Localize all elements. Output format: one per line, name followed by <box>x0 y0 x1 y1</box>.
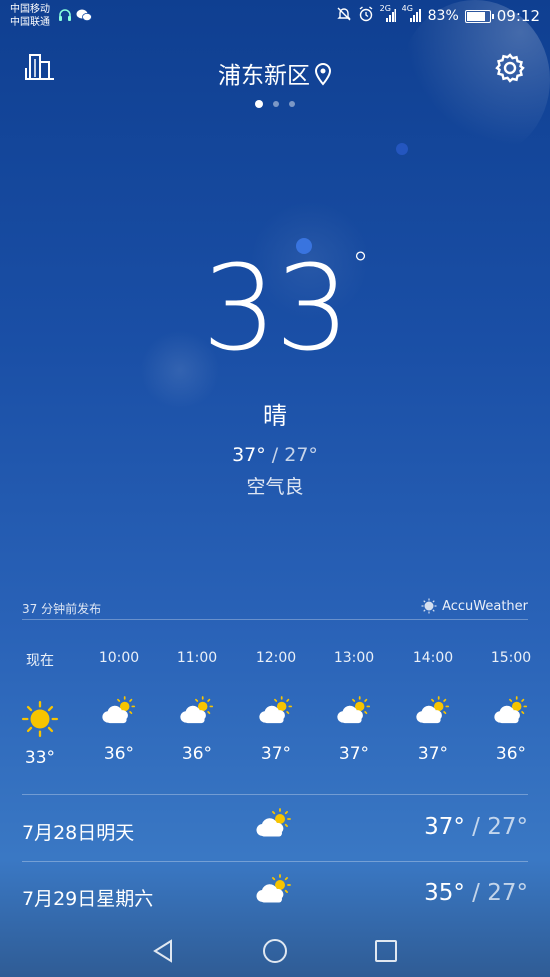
partly-cloudy-icon <box>398 696 468 734</box>
location-pin-icon <box>314 62 332 92</box>
hour-label: 13:00 <box>333 650 375 666</box>
air-quality[interactable]: 空气良 <box>0 472 550 499</box>
home-button[interactable] <box>261 937 289 965</box>
range-separator: / <box>265 444 285 466</box>
hourly-item: 11:00 36° <box>162 650 232 764</box>
carrier-1: 中国移动 <box>10 4 50 15</box>
day-low: 27° <box>487 880 528 906</box>
wechat-icon <box>76 9 93 26</box>
hourly-item: 现在 33° <box>5 650 75 768</box>
headset-icon <box>58 9 76 26</box>
recents-square-icon <box>375 940 397 962</box>
range-separator: / <box>464 814 488 840</box>
day-high: 35° <box>424 880 465 906</box>
hour-temp: 37° <box>338 744 370 764</box>
hour-label: 15:00 <box>490 650 532 666</box>
city-name: 浦东新区 <box>218 63 310 89</box>
partly-cloudy-icon <box>84 696 154 734</box>
accuweather-sun-icon <box>421 598 437 614</box>
signal-4g-icon: 4G <box>402 4 422 24</box>
daily-row[interactable]: 7月29日星期六 35° / 27° <box>0 866 550 926</box>
provider-name: AccuWeather <box>442 598 528 614</box>
divider <box>22 794 528 795</box>
day-date: 7月28日明天 <box>22 822 135 844</box>
page-dot <box>289 101 295 107</box>
temperature-value: 33 <box>201 239 350 377</box>
partly-cloudy-icon <box>241 696 311 734</box>
hour-label: 14:00 <box>412 650 454 666</box>
gear-icon <box>495 53 525 83</box>
status-bar: 中国移动 中国联通 2G 4G 83% 09:12 <box>0 0 550 34</box>
page-indicator <box>0 100 550 108</box>
back-button[interactable] <box>150 937 178 965</box>
hour-temp: 37° <box>417 744 449 764</box>
weather-condition: 晴 <box>263 402 287 430</box>
mute-icon <box>336 6 352 26</box>
carrier-2: 中国联通 <box>10 17 50 28</box>
battery-icon <box>464 9 494 23</box>
degree-symbol: ° <box>352 245 369 285</box>
divider <box>22 861 528 862</box>
hour-temp: 33° <box>24 748 56 768</box>
temp-range: 37° / 27° <box>0 444 550 466</box>
alarm-icon <box>358 6 374 26</box>
day-low: 27° <box>487 814 528 840</box>
clock: 09:12 <box>496 7 540 25</box>
partly-cloudy-icon <box>254 874 294 910</box>
hour-label: 12:00 <box>255 650 297 666</box>
signal-2g-icon: 2G <box>380 4 396 24</box>
partly-cloudy-icon <box>162 696 232 734</box>
day-temp-range: 37° / 27° <box>424 814 528 840</box>
low-temp: 27° <box>284 444 318 466</box>
hourly-item: 14:00 37° <box>398 650 468 764</box>
hour-temp: 36° <box>181 744 213 764</box>
provider-link[interactable]: AccuWeather <box>421 598 528 614</box>
page-dot <box>255 100 263 108</box>
daily-row[interactable]: 7月28日明天 37° / 27° <box>0 800 550 860</box>
status-right: 2G 4G 83% 09:12 <box>336 4 540 26</box>
partly-cloudy-icon <box>476 696 546 734</box>
battery-percent: 83% <box>427 8 459 24</box>
recents-button[interactable] <box>372 937 400 965</box>
hourly-item: 10:00 36° <box>84 650 154 764</box>
hourly-item: 12:00 37° <box>241 650 311 764</box>
hour-temp: 36° <box>103 744 135 764</box>
hour-temp: 37° <box>260 744 292 764</box>
partly-cloudy-icon <box>254 808 294 844</box>
high-temp: 37° <box>232 444 266 466</box>
range-separator: / <box>464 880 488 906</box>
notification-icons <box>58 8 93 26</box>
current-temperature: 33 ° <box>0 248 550 368</box>
published-time: 37 分钟前发布 <box>22 602 102 616</box>
navigation-bar <box>0 925 550 977</box>
sun-icon <box>5 700 75 738</box>
city-title[interactable]: 浦东新区 <box>0 56 550 92</box>
day-temp-range: 35° / 27° <box>424 880 528 906</box>
hour-temp: 36° <box>495 744 527 764</box>
page-dot <box>273 101 279 107</box>
settings-button[interactable] <box>494 52 526 84</box>
back-triangle-icon <box>153 939 172 963</box>
carrier-labels: 中国移动 中国联通 <box>10 3 50 29</box>
hour-label: 现在 <box>26 653 54 669</box>
hourly-item: 13:00 37° <box>319 650 389 764</box>
hourly-item: 15:00 36° <box>476 650 546 764</box>
hour-label: 11:00 <box>176 650 218 666</box>
header: 浦东新区 <box>0 52 550 92</box>
day-date: 7月29日星期六 <box>22 888 154 910</box>
partly-cloudy-icon <box>319 696 389 734</box>
day-high: 37° <box>424 814 465 840</box>
divider <box>22 619 528 620</box>
hour-label: 10:00 <box>98 650 140 666</box>
home-circle-icon <box>263 939 287 963</box>
